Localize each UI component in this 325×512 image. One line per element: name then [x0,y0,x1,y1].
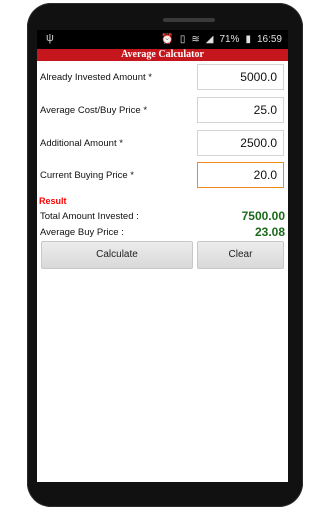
total-invested-value: 7500.00 [241,209,285,223]
average-buy-price-value: 23.08 [254,225,285,239]
speaker-grille [163,18,215,22]
result-heading: Result [39,196,67,206]
usb-icon: ψ [46,32,54,44]
average-cost-row: Average Cost/Buy Price * 25.0 [37,96,288,126]
current-buying-price-input[interactable]: 20.0 [197,162,284,188]
average-buy-price-label: Average Buy Price : [40,227,124,238]
average-cost-input[interactable]: 25.0 [197,97,284,123]
additional-amount-input[interactable]: 2500.0 [197,130,284,156]
vibrate-icon: ▯ [179,34,186,45]
average-cost-label: Average Cost/Buy Price * [40,105,148,116]
additional-amount-label: Additional Amount * [40,138,123,149]
battery-percent: 71% [219,34,240,45]
wifi-icon: ≋ [191,34,200,45]
status-bar: ψ ⏰ ▯ ≋ ◢ 71% ▮ 16:59 [37,30,288,49]
current-buying-price-label: Current Buying Price * [40,170,134,181]
app-title: Average Calculator [37,49,288,61]
app-screen: ψ ⏰ ▯ ≋ ◢ 71% ▮ 16:59 Average Calculator… [37,30,288,482]
clear-button[interactable]: Clear [197,241,284,269]
status-time: 16:59 [256,34,282,45]
current-buying-price-row: Current Buying Price * 20.0 [37,161,288,191]
total-invested-label: Total Amount Invested : [40,211,139,222]
bottom-bezel [37,482,288,492]
additional-amount-row: Additional Amount * 2500.0 [37,129,288,159]
already-invested-row: Already Invested Amount * 5000.0 [37,63,288,93]
calculate-button[interactable]: Calculate [41,241,193,269]
signal-icon: ◢ [205,34,214,45]
status-icons: ⏰ ▯ ≋ ◢ 71% ▮ 16:59 [161,34,282,45]
already-invested-label: Already Invested Amount * [40,72,152,83]
already-invested-input[interactable]: 5000.0 [197,64,284,90]
alarm-icon: ⏰ [161,34,174,45]
battery-icon: ▮ [245,34,251,45]
